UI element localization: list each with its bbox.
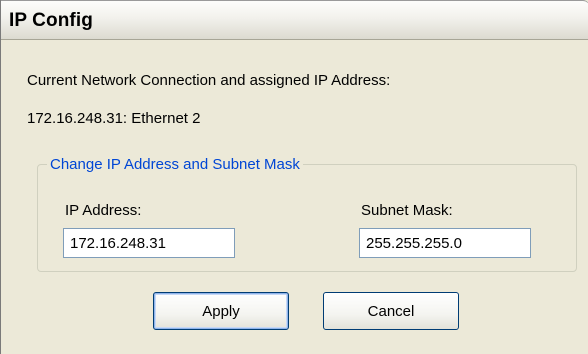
ip-address-label: IP Address:: [65, 202, 142, 219]
subnet-mask-input[interactable]: [359, 228, 531, 258]
cancel-button[interactable]: Cancel: [323, 292, 459, 330]
dialog-title: IP Config: [9, 10, 93, 31]
subnet-mask-label: Subnet Mask:: [361, 202, 453, 219]
ip-config-dialog: IP Config Current Network Connection and…: [0, 0, 588, 354]
ip-address-input[interactable]: [63, 228, 235, 258]
connection-heading: Current Network Connection and assigned …: [27, 72, 391, 89]
change-ip-group-legend: Change IP Address and Subnet Mask: [47, 156, 303, 173]
apply-button[interactable]: Apply: [153, 292, 289, 330]
current-connection-value: 172.16.248.31: Ethernet 2: [27, 110, 201, 127]
title-bar[interactable]: IP Config: [1, 0, 588, 40]
